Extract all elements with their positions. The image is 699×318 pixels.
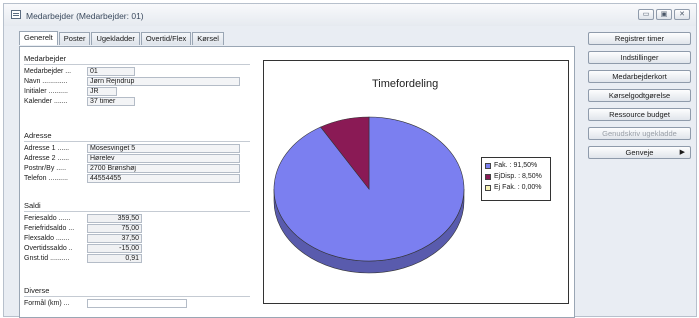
field-row-kalender: Kalender ....... 37 timer	[24, 97, 250, 107]
window-form-icon	[11, 10, 21, 19]
gnst-tid-label: Gnst.tid ..........	[24, 255, 70, 262]
genveje-label: Genveje	[625, 148, 654, 157]
gnst-tid-value: 0,91	[87, 254, 142, 263]
medarbejder-input[interactable]: 01	[87, 67, 135, 76]
adresse2-input[interactable]: Hørelev	[87, 154, 240, 163]
navn-label: Navn .............	[24, 78, 68, 85]
formal-km-label: Formål (km) ...	[24, 300, 70, 307]
formal-km-input[interactable]	[87, 299, 187, 308]
navn-input[interactable]: Jørn Rejndrup	[87, 77, 240, 86]
flexsaldo-label: Flexsaldo .......	[24, 235, 70, 242]
tab-overtid-flex[interactable]: Overtid/Flex	[140, 32, 192, 45]
medarbejderkort-button[interactable]: Medarbejderkort	[588, 70, 691, 83]
genudskriv-ugekladde-button[interactable]: Genudskriv ugekladde	[588, 127, 691, 140]
field-row-gnst-tid: Gnst.tid .......... 0,91	[24, 254, 250, 264]
tab-ugekladder[interactable]: Ugekladder	[91, 32, 140, 45]
field-row-overtidssaldo: Overtidssaldo .. -15,00	[24, 244, 250, 254]
maximize-button[interactable]: ▣	[656, 9, 672, 20]
legend-swatch-fak	[485, 163, 491, 169]
genveje-button[interactable]: Genveje ▶	[588, 146, 691, 159]
field-row-adresse1: Adresse 1 ...... Mosesvinget 5	[24, 144, 250, 154]
legend-swatch-ejdisp	[485, 174, 491, 180]
field-row-flexsaldo: Flexsaldo ....... 37,50	[24, 234, 250, 244]
legend-label-fak: Fak.	[494, 162, 508, 169]
medarbejder-window: Medarbejder (Medarbejder: 01) ▭ ▣ ✕ Gene…	[3, 3, 697, 318]
close-button[interactable]: ✕	[674, 9, 690, 20]
section-title-adresse: Adresse	[24, 131, 250, 142]
legend-swatch-ejfak	[485, 185, 491, 191]
registrer-timer-button[interactable]: Registrer timer	[588, 32, 691, 45]
telefon-label: Telefon ..........	[24, 175, 68, 182]
kalender-input[interactable]: 37 timer	[87, 97, 135, 106]
window-controls: ▭ ▣ ✕	[638, 9, 690, 20]
window-title: Medarbejder (Medarbejder: 01)	[26, 11, 144, 21]
postnr-by-input[interactable]: 2700 Brønshøj	[87, 164, 240, 173]
legend-item-fak: Fak. : 91,50%	[485, 161, 547, 172]
adresse1-input[interactable]: Mosesvinget 5	[87, 144, 240, 153]
saldi-section: Saldi Feriesaldo ...... 359,50 Feriefrid…	[24, 201, 250, 264]
tab-poster[interactable]: Poster	[58, 32, 91, 45]
ressource-budget-button[interactable]: Ressource budget	[588, 108, 691, 121]
legend-value-ejdisp: : 8,50%	[518, 173, 542, 180]
adresse2-label: Adresse 2 ......	[24, 155, 70, 162]
korselgodtgorelse-button[interactable]: Kørselgodtgørelse	[588, 89, 691, 102]
tab-strip: Generelt Poster Ugekladder Overtid/Flex …	[19, 31, 225, 45]
feriesaldo-value: 359,50	[87, 214, 142, 223]
indstillinger-button[interactable]: Indstillinger	[588, 51, 691, 64]
timefordeling-chart: Timefordeling Fak. : 91,50% EjDisp. : 8,…	[263, 60, 569, 304]
minimize-button[interactable]: ▭	[638, 9, 654, 20]
adresse-section: Adresse Adresse 1 ...... Mosesvinget 5 A…	[24, 131, 250, 184]
legend-label-ejfak: Ej Fak.	[494, 184, 516, 191]
field-row-feriesaldo: Feriesaldo ...... 359,50	[24, 214, 250, 224]
feriesaldo-label: Feriesaldo ......	[24, 215, 71, 222]
diverse-section: Diverse Formål (km) ...	[24, 286, 250, 309]
feriefridsaldo-value: 75,00	[87, 224, 142, 233]
chart-legend: Fak. : 91,50% EjDisp. : 8,50% Ej Fak. : …	[481, 157, 551, 201]
field-row-feriefridsaldo: Feriefridsaldo ... 75,00	[24, 224, 250, 234]
field-row-postnr-by: Postnr/By ..... 2700 Brønshøj	[24, 164, 250, 174]
field-row-medarbejder: Medarbejder ... 01	[24, 67, 250, 77]
title-bar: Medarbejder (Medarbejder: 01) ▭ ▣ ✕	[4, 4, 696, 26]
kalender-label: Kalender .......	[24, 98, 68, 105]
overtidssaldo-value: -15,00	[87, 244, 142, 253]
field-row-initialer: Initialer .......... JR	[24, 87, 250, 97]
postnr-by-label: Postnr/By .....	[24, 165, 67, 172]
medarbejder-section: Medarbejder Medarbejder ... 01 Navn ....…	[24, 54, 250, 107]
tab-generelt[interactable]: Generelt	[19, 31, 58, 45]
legend-value-fak: : 91,50%	[509, 162, 538, 169]
legend-value-ejfak: : 0,00%	[517, 184, 542, 191]
generelt-panel: Medarbejder Medarbejder ... 01 Navn ....…	[19, 46, 575, 318]
legend-item-ejdisp: EjDisp. : 8,50%	[485, 172, 547, 183]
section-title-medarbejder: Medarbejder	[24, 54, 250, 65]
field-row-telefon: Telefon .......... 44554455	[24, 174, 250, 184]
flexsaldo-value: 37,50	[87, 234, 142, 243]
initialer-label: Initialer ..........	[24, 88, 68, 95]
field-row-adresse2: Adresse 2 ...... Hørelev	[24, 154, 250, 164]
tab-korsel[interactable]: Kørsel	[192, 32, 224, 45]
overtidssaldo-label: Overtidssaldo ..	[24, 245, 73, 252]
medarbejder-label: Medarbejder ...	[24, 68, 72, 75]
telefon-input[interactable]: 44554455	[87, 174, 240, 183]
legend-item-ejfak: Ej Fak. : 0,00%	[485, 183, 547, 194]
field-row-navn: Navn ............. Jørn Rejndrup	[24, 77, 250, 87]
initialer-input[interactable]: JR	[87, 87, 117, 96]
adresse1-label: Adresse 1 ......	[24, 145, 70, 152]
chevron-right-icon: ▶	[679, 149, 685, 156]
feriefridsaldo-label: Feriefridsaldo ...	[24, 225, 75, 232]
section-title-diverse: Diverse	[24, 286, 250, 297]
chart-title: Timefordeling	[372, 78, 438, 90]
field-row-formal-km: Formål (km) ...	[24, 299, 250, 309]
legend-label-ejdisp: EjDisp.	[494, 173, 517, 180]
section-title-saldi: Saldi	[24, 201, 250, 212]
